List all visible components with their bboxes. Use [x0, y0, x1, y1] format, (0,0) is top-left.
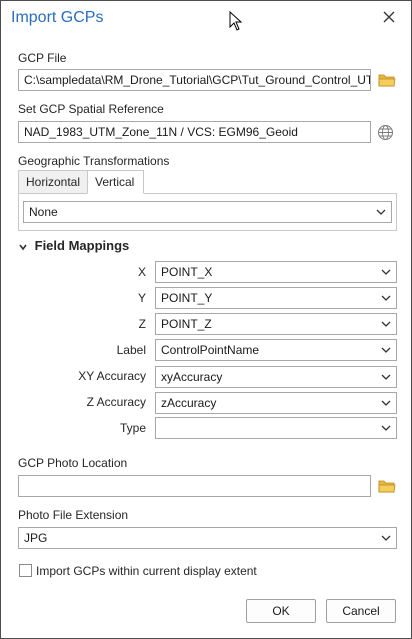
- field-mappings-title: Field Mappings: [34, 238, 130, 253]
- spatial-reference-label: Set GCP Spatial Reference: [18, 102, 164, 116]
- gcp-file-folder-icon[interactable]: [378, 73, 396, 87]
- mapping-select-label[interactable]: ControlPointName: [155, 339, 397, 361]
- chevron-down-icon: [381, 374, 391, 380]
- transformation-select[interactable]: None: [23, 201, 392, 223]
- ok-button[interactable]: OK: [246, 599, 316, 623]
- transformation-value: None: [29, 205, 58, 219]
- mapping-label-label: Label: [116, 343, 146, 357]
- photo-extension-value: JPG: [24, 531, 48, 545]
- photo-location-folder-icon[interactable]: [378, 479, 396, 493]
- mapping-select-z-accuracy[interactable]: zAccuracy: [155, 392, 397, 414]
- mapping-label-z-accuracy: Z Accuracy: [86, 395, 146, 409]
- chevron-down-icon: [381, 269, 391, 275]
- globe-icon[interactable]: [377, 124, 394, 141]
- mapping-label-z: Z: [138, 317, 146, 331]
- field-mappings-header[interactable]: Field Mappings: [18, 238, 129, 253]
- chevron-down-icon: [376, 209, 386, 215]
- dialog-title: Import GCPs: [11, 9, 104, 26]
- mapping-value-xy-accuracy: xyAccuracy: [161, 370, 223, 384]
- tab-vertical[interactable]: Vertical: [87, 170, 144, 194]
- chevron-down-icon: [381, 425, 391, 431]
- mapping-select-type[interactable]: [155, 417, 397, 439]
- title-bar: Import GCPs: [1, 1, 411, 36]
- mapping-value-label: ControlPointName: [161, 343, 260, 357]
- mapping-select-z[interactable]: POINT_Z: [155, 313, 397, 335]
- photo-extension-select[interactable]: JPG: [18, 527, 397, 549]
- mapping-value-x: POINT_X: [161, 265, 213, 279]
- photo-extension-label: Photo File Extension: [18, 508, 129, 522]
- mapping-value-z: POINT_Z: [161, 317, 212, 331]
- mouse-cursor-icon: [229, 11, 243, 31]
- chevron-down-icon: [381, 347, 391, 353]
- photo-location-label: GCP Photo Location: [18, 456, 128, 470]
- spatial-reference-input[interactable]: NAD_1983_UTM_Zone_11N / VCS: EGM96_Geoid: [18, 121, 371, 143]
- mapping-label-type: Type: [119, 421, 146, 435]
- chevron-down-icon: [381, 535, 391, 541]
- gcp-file-input[interactable]: C:\sampledata\RM_Drone_Tutorial\GCP\Tut_…: [18, 69, 371, 91]
- mapping-select-y[interactable]: POINT_Y: [155, 287, 397, 309]
- gcp-file-label: GCP File: [18, 51, 67, 65]
- mapping-label-y: Y: [137, 291, 146, 305]
- mapping-value-y: POINT_Y: [161, 291, 213, 305]
- close-icon[interactable]: [379, 7, 399, 27]
- geographic-transformations-label: Geographic Transformations: [18, 154, 170, 168]
- import-gcps-dialog: Import GCPs GCP File C:\sampledata\RM_Dr…: [0, 0, 412, 639]
- import-extent-checkbox[interactable]: [19, 564, 32, 577]
- mapping-select-xy-accuracy[interactable]: xyAccuracy: [155, 366, 397, 388]
- import-extent-label: Import GCPs within current display exten…: [36, 564, 257, 578]
- tab-horizontal[interactable]: Horizontal: [18, 170, 88, 194]
- photo-location-input[interactable]: [18, 475, 371, 497]
- chevron-down-icon: [381, 400, 391, 406]
- cancel-button[interactable]: Cancel: [326, 599, 396, 623]
- chevron-down-icon: [19, 244, 27, 250]
- mapping-select-x[interactable]: POINT_X: [155, 261, 397, 283]
- mapping-label-xy-accuracy: XY Accuracy: [78, 369, 146, 383]
- chevron-down-icon: [381, 295, 391, 301]
- mapping-label-x: X: [137, 265, 146, 279]
- chevron-down-icon: [381, 321, 391, 327]
- mapping-value-z-accuracy: zAccuracy: [161, 396, 217, 410]
